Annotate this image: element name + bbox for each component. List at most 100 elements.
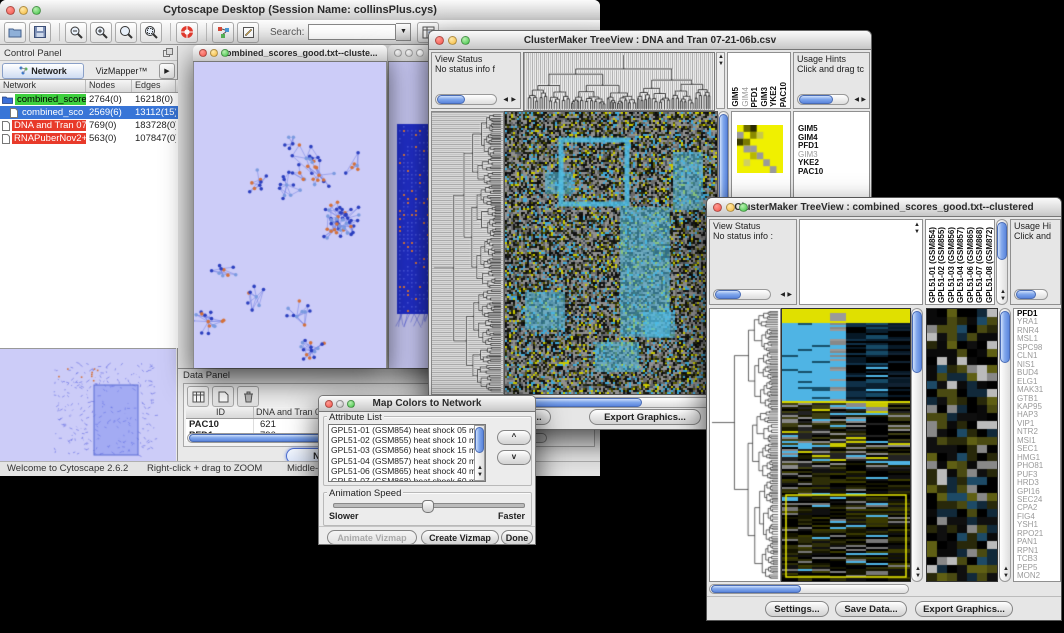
scroll-up-icon[interactable]: ▲ (718, 54, 724, 60)
zoom-button[interactable] (32, 6, 41, 15)
minimize-button[interactable] (405, 49, 413, 57)
zoom-selected-icon[interactable] (140, 22, 162, 43)
attribute-list-item[interactable]: GPL51-06 (GSM865) heat shock 40 min (331, 466, 485, 476)
usage-hints-hscrollbar[interactable] (797, 94, 849, 105)
close-button[interactable] (325, 400, 333, 408)
treeview2-labels-vscrollbar[interactable]: ▲ ▼ (996, 219, 1008, 305)
column-header-network[interactable]: Network (0, 80, 86, 92)
zoom-button[interactable] (416, 49, 424, 57)
scroll-right-icon[interactable]: ▶ (787, 292, 792, 298)
zoom-fit-icon[interactable] (115, 22, 137, 43)
close-button[interactable] (394, 49, 402, 57)
close-button[interactable] (6, 6, 15, 15)
scroll-down-icon[interactable]: ▼ (1003, 573, 1009, 579)
scroll-down-icon[interactable]: ▼ (477, 472, 483, 478)
view-status-hscrollbar[interactable] (435, 94, 497, 105)
dialog-titlebar[interactable]: Map Colors to Network (319, 396, 535, 412)
minimize-button[interactable] (19, 6, 28, 15)
scroll-up-icon[interactable]: ▲ (914, 222, 920, 228)
row-label[interactable]: PAC10 (798, 168, 869, 177)
zoom-button[interactable] (347, 400, 355, 408)
scroll-up-icon[interactable]: ▲ (915, 566, 921, 572)
minimize-button[interactable] (336, 400, 344, 408)
close-button[interactable] (435, 36, 444, 45)
zoom-button[interactable] (739, 203, 748, 212)
attribute-list-item[interactable]: GPL51-02 (GSM855) heat shock 10 min (331, 435, 485, 445)
close-button[interactable] (199, 49, 207, 57)
scroll-down-icon[interactable]: ▼ (914, 229, 920, 235)
save-icon[interactable] (29, 22, 51, 43)
network-window-titlebar[interactable]: combined_scores_good.txt--cluste... (193, 45, 387, 62)
network-import-icon[interactable] (212, 22, 234, 43)
view-status-hscrollbar[interactable] (713, 289, 771, 300)
treeview2-button-settings-[interactable]: Settings... (765, 601, 829, 617)
scroll-down-icon[interactable]: ▼ (915, 573, 921, 579)
minimize-button[interactable] (448, 36, 457, 45)
search-dropdown-button[interactable]: ▼ (396, 23, 411, 41)
attribute-list[interactable]: GPL51-01 (GSM854) heat shock 05 minGPL51… (328, 424, 486, 482)
scroll-up-icon[interactable]: ▲ (477, 465, 483, 471)
animation-speed-slider[interactable] (333, 503, 525, 508)
delete-attribute-icon[interactable] (237, 386, 259, 407)
tab-overflow-arrow[interactable]: ▶ (159, 63, 175, 79)
network-table-row[interactable]: combined_sco2569(6)13112(15) (0, 106, 178, 119)
treeview2-button-save-data-[interactable]: Save Data... (835, 601, 907, 617)
scroll-up-icon[interactable]: ▲ (1000, 289, 1006, 295)
close-button[interactable] (713, 203, 722, 212)
treeview1-heatmap[interactable] (504, 111, 718, 395)
network-canvas[interactable] (193, 62, 387, 368)
treeview2-hscrollbar[interactable] (709, 584, 909, 594)
treeview1-column-dendrogram[interactable] (523, 52, 715, 111)
treeview2-button-export-graphics-[interactable]: Export Graphics... (915, 601, 1013, 617)
treeview1-titlebar[interactable]: ClusterMaker TreeView : DNA and Tran 07-… (429, 31, 871, 50)
column-header-nodes[interactable]: Nodes (86, 80, 132, 92)
annotation-icon[interactable] (237, 22, 259, 43)
scroll-left-icon[interactable]: ◀ (780, 292, 785, 298)
scroll-up-icon[interactable]: ▲ (1003, 566, 1009, 572)
column-header-edges[interactable]: Edges (132, 80, 176, 92)
move-up-button[interactable]: ^ (497, 430, 531, 445)
treeview1-button-export-graphics-[interactable]: Export Graphics... (589, 409, 701, 425)
treeview2-column-dendrogram[interactable]: ▲ ▼ (799, 219, 923, 305)
scroll-left-icon[interactable]: ◀ (854, 97, 859, 103)
tab-vizmapper[interactable]: VizMapper™ (86, 63, 157, 79)
tab-network[interactable]: Network (2, 63, 84, 79)
zoom-button[interactable] (461, 36, 470, 45)
treeview1-dendro-scroll-strip[interactable]: ▲ ▼ (716, 52, 725, 109)
scroll-right-icon[interactable]: ▶ (861, 97, 866, 103)
zoom-out-icon[interactable] (65, 22, 87, 43)
treeview2-zoom-vscrollbar[interactable]: ▲ ▼ (999, 308, 1011, 582)
usage-hints-hscrollbar[interactable] (1014, 289, 1048, 300)
treeview2-zoom-heatmap[interactable] (926, 308, 998, 582)
zoom-in-icon[interactable] (90, 22, 112, 43)
attribute-list-item[interactable]: GPL51-03 (GSM856) heat shock 15 min (331, 445, 485, 455)
column-header[interactable]: ID (186, 407, 254, 418)
minimize-button[interactable] (210, 49, 218, 57)
network-table-row[interactable]: RNAPuberNov2+563(0)107847(0) (0, 132, 178, 145)
birdseye-view[interactable] (0, 348, 176, 462)
main-titlebar[interactable]: Cytoscape Desktop (Session Name: collins… (0, 0, 600, 21)
zoom-button[interactable] (221, 49, 229, 57)
network-table-row[interactable]: DNA and Tran 07769(0)183728(0) (0, 119, 178, 132)
window-controls[interactable] (6, 6, 41, 15)
dialog-button-done[interactable]: Done (501, 530, 533, 545)
attribute-list-item[interactable]: GPL51-01 (GSM854) heat shock 05 min (331, 425, 485, 435)
move-down-button[interactable]: v (497, 450, 531, 465)
attribute-list-item[interactable]: GPL51-07 (GSM868) heat shock 60 min (331, 476, 485, 482)
slider-thumb[interactable] (422, 500, 434, 513)
search-input[interactable] (308, 24, 396, 40)
network-table-row[interactable]: combined_scores2764(0)16218(0) (0, 93, 178, 106)
attribute-list-item[interactable]: GPL51-04 (GSM857) heat shock 20 min (331, 456, 485, 466)
treeview1-summary-matrix[interactable] (737, 125, 783, 173)
float-panel-icon[interactable] (163, 44, 173, 62)
help-lifering-icon[interactable] (176, 22, 198, 43)
minimize-button[interactable] (726, 203, 735, 212)
treeview1-row-dendrogram[interactable] (431, 111, 504, 395)
treeview2-heatmap-vscrollbar[interactable]: ▲ ▼ (911, 308, 923, 582)
attribute-list-vscrollbar[interactable]: ▲ ▼ (474, 425, 485, 481)
attribute-select-icon[interactable] (187, 386, 209, 407)
dialog-button-create-vizmap[interactable]: Create Vizmap (421, 530, 499, 545)
scroll-down-icon[interactable]: ▼ (718, 61, 724, 67)
open-folder-icon[interactable] (4, 22, 26, 43)
scroll-left-icon[interactable]: ◀ (503, 97, 508, 103)
